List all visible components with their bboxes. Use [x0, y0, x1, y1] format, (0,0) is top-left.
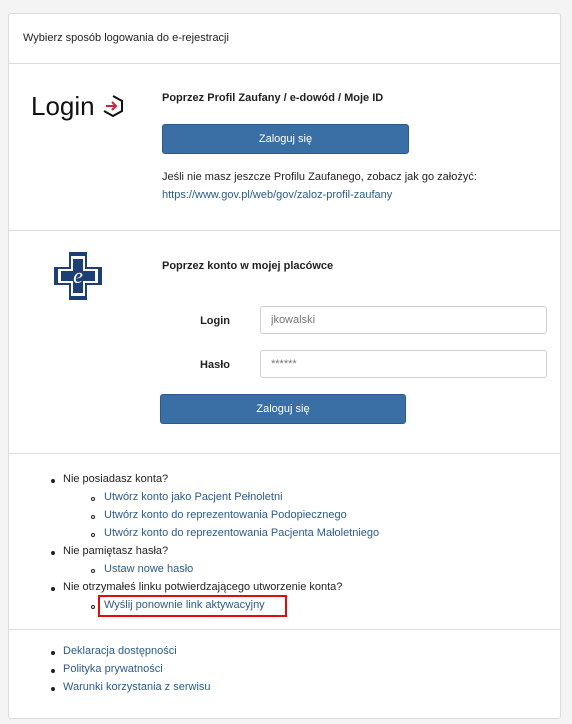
password-input[interactable]: [260, 350, 547, 378]
bullet-dot: [51, 669, 55, 673]
create-adult-account-link[interactable]: Utwórz konto jako Pacjent Pełnoletni: [104, 491, 283, 503]
login-gov-logo: Login: [31, 91, 123, 122]
help-section: Nie posiadasz konta? Utwórz konto jako P…: [9, 454, 560, 630]
profil-zaufany-link[interactable]: https://www.gov.pl/web/gov/zaloz-profil-…: [162, 189, 392, 201]
forgot-password-question: Nie pamiętasz hasła?: [63, 545, 169, 557]
bullet-dot: [51, 479, 55, 483]
login-input[interactable]: [260, 306, 547, 334]
highlight-box: [98, 595, 287, 617]
login-panel: Wybierz sposób logowania do e-rejestracj…: [8, 13, 561, 719]
login-logo-text: Login: [31, 91, 95, 121]
login-arrow-icon: [103, 95, 123, 118]
bullet-circle: [91, 569, 95, 573]
page-title: Wybierz sposób logowania do e-rejestracj…: [23, 32, 229, 44]
placowka-heading: Poprzez konto w mojej placówce: [162, 260, 334, 272]
accessibility-declaration-link[interactable]: Deklaracja dostępności: [63, 645, 177, 657]
create-dependent-account-link[interactable]: Utwórz konto do reprezentowania Podopiec…: [104, 509, 347, 521]
create-minor-account-link[interactable]: Utwórz konto do reprezentowania Pacjenta…: [104, 527, 379, 539]
placowka-login-button[interactable]: Zaloguj się: [160, 394, 406, 424]
no-activation-link-question: Nie otrzymałeś linku potwierdzającego ut…: [63, 581, 343, 593]
bullet-dot: [51, 651, 55, 655]
panel-header: Wybierz sposób logowania do e-rejestracj…: [9, 14, 560, 64]
e-cross-logo: e: [54, 252, 102, 300]
bullet-dot: [51, 551, 55, 555]
bullet-circle: [91, 533, 95, 537]
privacy-policy-link[interactable]: Polityka prywatności: [63, 663, 163, 675]
terms-of-service-link[interactable]: Warunki korzystania z serwisu: [63, 681, 211, 693]
login-label: Login: [200, 315, 230, 327]
bullet-dot: [51, 687, 55, 691]
bullet-dot: [51, 587, 55, 591]
bullet-circle: [91, 605, 95, 609]
reset-password-link[interactable]: Ustaw nowe hasło: [104, 563, 193, 575]
no-account-question: Nie posiadasz konta?: [63, 473, 169, 485]
password-label: Hasło: [200, 359, 230, 371]
bullet-circle: [91, 497, 95, 501]
profil-info-text: Jeśli nie masz jeszcze Profilu Zaufanego…: [162, 171, 477, 183]
profil-heading: Poprzez Profil Zaufany / e-dowód / Moje …: [162, 92, 384, 104]
placowka-section: e Poprzez konto w mojej placówce Login H…: [9, 231, 560, 454]
svg-text:e: e: [73, 263, 83, 288]
bullet-circle: [91, 515, 95, 519]
profil-login-button[interactable]: Zaloguj się: [162, 124, 409, 154]
profil-zaufany-section: Login Poprzez Profil Zaufany / e-dowód /…: [9, 64, 560, 231]
